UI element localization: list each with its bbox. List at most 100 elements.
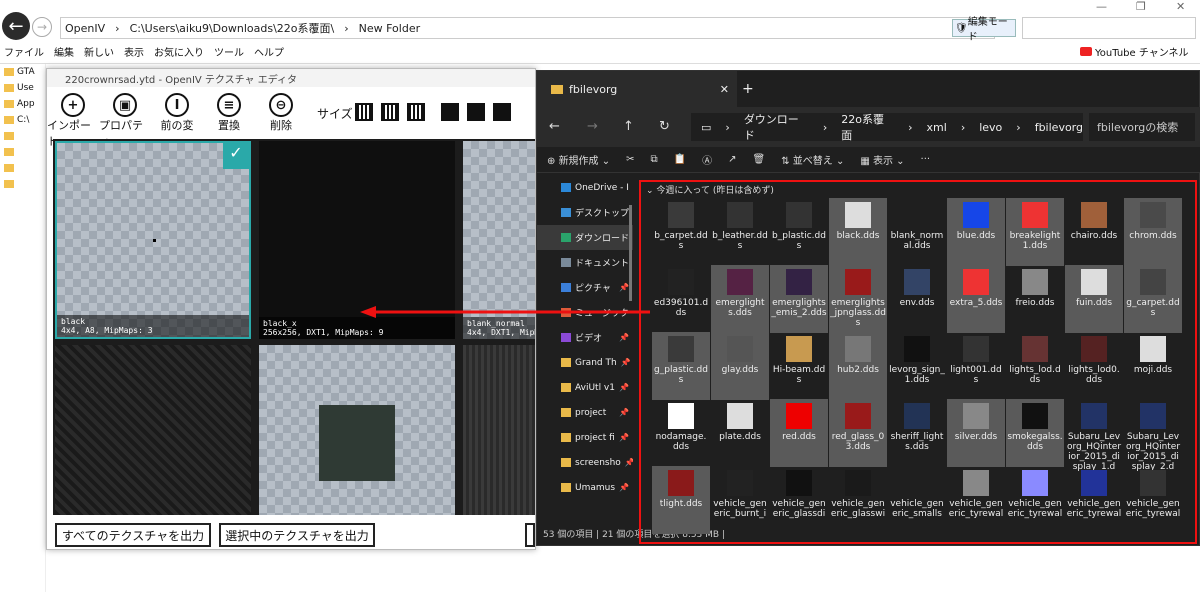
file-item[interactable]: g_plastic.dds — [652, 332, 710, 400]
file-item[interactable]: red_glass_03.dds — [829, 399, 887, 467]
back-arrow-icon[interactable]: ← — [549, 119, 560, 134]
file-item[interactable]: black.dds — [829, 198, 887, 266]
edit-mode-button[interactable]: 🛡 編集モード — [952, 17, 1016, 43]
copy-icon[interactable]: ⧉ — [651, 154, 658, 165]
left-tree-item[interactable]: C:\ — [0, 112, 45, 128]
cut-icon[interactable]: ✂ — [626, 154, 634, 165]
file-item[interactable]: levorg_sign_1.dds — [888, 332, 946, 400]
left-tree-item[interactable]: Use — [0, 80, 45, 96]
breadcrumb-item[interactable]: fbilevorg — [1035, 121, 1083, 134]
file-item[interactable]: tlight.dds — [652, 466, 710, 534]
file-item[interactable]: vehicle_generic_glassdi — [770, 466, 828, 534]
size-grid-icon-2[interactable] — [381, 103, 399, 121]
nav-item[interactable]: Grand Th 📌 — [537, 350, 633, 375]
nav-scrollbar[interactable] — [629, 205, 632, 301]
file-item[interactable]: plate.dds — [711, 399, 769, 467]
export-selected-button[interactable]: 選択中のテクスチャを出力 — [219, 523, 375, 547]
nav-item[interactable]: OneDrive - I — [537, 175, 633, 200]
file-item[interactable]: red.dds — [770, 399, 828, 467]
file-item[interactable]: moji.dds — [1124, 332, 1182, 400]
breadcrumb-item[interactable]: xml — [927, 121, 947, 134]
maximize-icon[interactable]: ❐ — [1136, 0, 1146, 13]
file-item[interactable]: b_plastic.dds — [770, 198, 828, 266]
file-item[interactable]: vehicle_generic_smalls — [888, 466, 946, 534]
file-item[interactable]: smokegalss.dds — [1006, 399, 1064, 467]
export-all-button[interactable]: すべてのテクスチャを出力 — [55, 523, 211, 547]
size-grid-icon-1[interactable] — [355, 103, 373, 121]
file-item[interactable]: Hi-beam.dds — [770, 332, 828, 400]
forward-button[interactable]: → — [32, 17, 52, 37]
share-icon[interactable]: ↗ — [728, 154, 736, 165]
breadcrumb-item[interactable]: levo — [979, 121, 1002, 134]
nav-item[interactable]: ビデオ 📌 — [537, 325, 633, 350]
file-item[interactable]: ed396101.dds — [652, 265, 710, 333]
menu-item[interactable]: ツール — [214, 44, 244, 59]
file-item[interactable]: extra_5.dds — [947, 265, 1005, 333]
minimize-icon[interactable]: — — [1096, 0, 1107, 13]
browser-search-input[interactable] — [1022, 17, 1196, 39]
refresh-icon[interactable]: ↻ — [659, 119, 670, 134]
left-tree-item[interactable]: App — [0, 96, 45, 112]
file-item[interactable]: light001.dds — [947, 332, 1005, 400]
size-grid-icon-5[interactable] — [467, 103, 485, 121]
breadcrumb-item[interactable]: ダウンロード — [744, 111, 809, 143]
file-item[interactable]: blue.dds — [947, 198, 1005, 266]
file-item[interactable]: freio.dds — [1006, 265, 1064, 333]
file-item[interactable]: vehicle_generic_tyrewal — [1065, 466, 1123, 534]
file-item[interactable]: lights_lod.dds — [1006, 332, 1064, 400]
nav-item[interactable]: Umamus 📌 — [537, 475, 633, 500]
file-item[interactable]: vehicle_generic_tyrewal — [1006, 466, 1064, 534]
file-item[interactable]: vehicle_generic_glasswi — [829, 466, 887, 534]
left-tree-item[interactable] — [0, 176, 45, 192]
new-button[interactable]: ⊕ 新規作成 ⌄ — [547, 152, 610, 167]
file-item[interactable]: b_carpet.dds — [652, 198, 710, 266]
address-bar[interactable]: OpenIV › C:\Users\aiku9\Downloads\22o系覆面… — [60, 17, 995, 39]
sort-button[interactable]: ⇅ 並べ替え ⌄ — [781, 152, 844, 167]
file-item[interactable]: sheriff_lights.dds — [888, 399, 946, 467]
nav-item[interactable]: デスクトップ📌 — [537, 200, 633, 225]
nav-item[interactable]: ドキュメント📌 — [537, 250, 633, 275]
texture-tile[interactable] — [259, 345, 455, 515]
file-item[interactable]: g_carpet.dds — [1124, 265, 1182, 333]
file-item[interactable]: Subaru_Levorg_HQinterior_2015_display_2.… — [1124, 399, 1182, 472]
openiv-tool-button[interactable]: ⊖ 削除 — [255, 89, 307, 133]
menu-item[interactable]: ヘルプ — [254, 44, 284, 59]
menu-item[interactable]: 編集 — [54, 44, 74, 59]
paste-icon[interactable]: 📋 — [674, 154, 686, 165]
nav-item[interactable]: AviUtl v1 📌 — [537, 375, 633, 400]
left-tree-item[interactable] — [0, 144, 45, 160]
file-item[interactable]: nodamage.dds — [652, 399, 710, 467]
file-item[interactable]: chrom.dds — [1124, 198, 1182, 266]
extra-button[interactable] — [525, 523, 535, 547]
file-item[interactable]: emerglights_jpnglass.dds — [829, 265, 887, 333]
file-item[interactable]: vehicle_generic_tyrewal — [1124, 466, 1182, 534]
file-item[interactable]: Subaru_Levorg_HQinterior_2015_display_1.… — [1065, 399, 1123, 472]
forward-arrow-icon[interactable]: → — [587, 119, 598, 134]
nav-item[interactable]: project 📌 — [537, 400, 633, 425]
rename-icon[interactable]: Ⓐ — [702, 152, 712, 167]
size-grid-icon-4[interactable] — [441, 103, 459, 121]
left-tree-item[interactable]: GTA — [0, 64, 45, 80]
file-item[interactable]: hub2.dds — [829, 332, 887, 400]
file-item[interactable]: emerglights_emis_2.dds — [770, 265, 828, 333]
file-item[interactable]: blank_normal.dds — [888, 198, 946, 266]
file-item[interactable]: fuin.dds — [1065, 265, 1123, 333]
left-tree-item[interactable] — [0, 160, 45, 176]
texture-tile[interactable] — [55, 345, 251, 515]
nav-item[interactable]: ピクチャ 📌 — [537, 275, 633, 300]
left-tree-item[interactable] — [0, 128, 45, 144]
texture-tile[interactable] — [463, 345, 535, 515]
close-icon[interactable]: ✕ — [1176, 0, 1185, 13]
nav-item[interactable]: ダウンロード📌 — [537, 225, 633, 250]
view-button[interactable]: ▦ 表示 ⌄ — [860, 152, 904, 167]
openiv-tool-button[interactable]: I 前の変 — [151, 89, 203, 133]
delete-icon[interactable]: 🗑 — [753, 154, 766, 165]
file-item[interactable]: lights_lod0.dds — [1065, 332, 1123, 400]
menu-item[interactable]: お気に入り — [154, 44, 204, 59]
close-tab-icon[interactable]: ✕ — [720, 83, 737, 96]
menu-item[interactable]: 新しい — [84, 44, 114, 59]
size-grid-icon-3[interactable] — [407, 103, 425, 121]
file-item[interactable]: emerglights.dds — [711, 265, 769, 333]
file-item[interactable]: vehicle_generic_tyrewal — [947, 466, 1005, 534]
file-item[interactable]: breakelight1.dds — [1006, 198, 1064, 266]
